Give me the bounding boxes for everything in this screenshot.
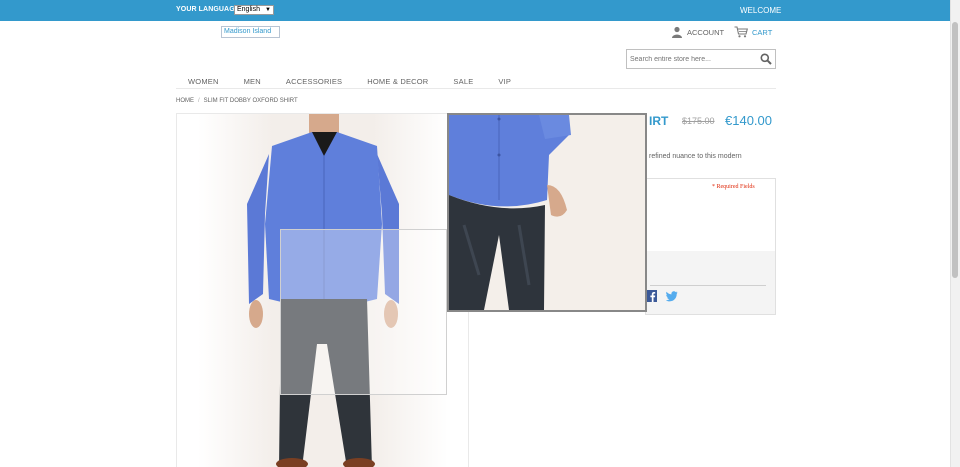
dropdown-arrow-icon: ▼ [265, 7, 271, 13]
cart-icon [734, 26, 748, 38]
breadcrumb-current: SLIM FIT DOBBY OXFORD SHIRT [203, 98, 298, 104]
twitter-icon[interactable] [666, 290, 678, 302]
search-box [626, 49, 776, 69]
facebook-icon[interactable] [646, 290, 657, 302]
language-selected-value: English [237, 6, 260, 13]
cart-link[interactable]: CART [734, 25, 772, 39]
welcome-message: WELCOME [740, 6, 782, 15]
nav-item-vip[interactable]: VIP [498, 72, 511, 88]
language-select[interactable]: English ▼ [234, 5, 274, 15]
search-icon[interactable] [760, 53, 772, 65]
required-fields-note: * Required Fields [712, 184, 755, 190]
search-input[interactable] [630, 53, 756, 66]
divider [650, 285, 766, 286]
main-navigation: WOMEN MEN ACCESSORIES HOME & DECOR SALE … [176, 72, 776, 89]
product-name: IRT [649, 114, 669, 128]
nav-item-men[interactable]: MEN [244, 72, 261, 88]
nav-item-sale[interactable]: SALE [453, 72, 473, 88]
nav-item-women[interactable]: WOMEN [188, 72, 219, 88]
special-price: €140.00 [725, 113, 772, 128]
old-price: $175.00 [682, 116, 715, 126]
breadcrumb-separator: / [198, 98, 200, 104]
cart-label: CART [752, 27, 773, 37]
breadcrumb: HOME / SLIM FIT DOBBY OXFORD SHIRT [176, 98, 298, 104]
account-link[interactable]: ACCOUNT [671, 25, 724, 39]
person-icon [672, 26, 682, 38]
store-logo[interactable]: Madison Island [221, 26, 280, 38]
zoom-preview-window [447, 113, 647, 312]
zoom-lens[interactable] [280, 229, 447, 395]
breadcrumb-home[interactable]: HOME [176, 98, 194, 104]
nav-item-home-decor[interactable]: HOME & DECOR [367, 72, 428, 88]
language-label: YOUR LANGUAGE: [176, 6, 242, 13]
account-label: ACCOUNT [687, 27, 725, 37]
product-short-description: refined nuance to this modern [649, 153, 742, 160]
top-bar [0, 0, 950, 21]
add-to-cart-area [646, 251, 775, 314]
logo-alt-text: Madison Island [224, 28, 272, 35]
scrollbar-thumb[interactable] [952, 22, 958, 278]
nav-item-accessories[interactable]: ACCESSORIES [286, 72, 342, 88]
zoomed-product-image [449, 115, 645, 310]
